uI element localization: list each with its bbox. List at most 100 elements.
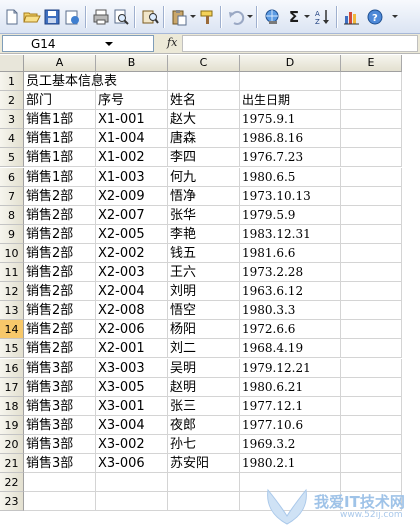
cell-c19[interactable]: 夜郎: [168, 415, 240, 435]
cell-d11[interactable]: 1973.2.28: [240, 263, 341, 283]
cell-c10[interactable]: 钱五: [168, 243, 240, 263]
chevron-down-icon[interactable]: [105, 42, 113, 46]
cell-d15[interactable]: 1968.4.19: [240, 339, 341, 359]
row-header-7[interactable]: 7: [0, 186, 24, 206]
cell-b14[interactable]: X2-006: [96, 320, 168, 340]
cell-e13[interactable]: [341, 301, 402, 321]
cell-c7[interactable]: 悟净: [168, 186, 240, 206]
cell-a2[interactable]: 部门: [24, 91, 96, 111]
undo-icon[interactable]: [227, 8, 245, 26]
cell-d10[interactable]: 1981.6.6: [240, 243, 341, 263]
column-header-c[interactable]: C: [168, 55, 240, 72]
row-header-22[interactable]: 22: [0, 473, 24, 493]
cell-a23[interactable]: [24, 492, 96, 512]
row-header-12[interactable]: 12: [0, 282, 24, 302]
cell-c5[interactable]: 李四: [168, 148, 240, 168]
autosum-dropdown-arrow[interactable]: [304, 15, 310, 18]
row-header-13[interactable]: 13: [0, 301, 24, 321]
cell-e17[interactable]: [341, 377, 402, 397]
cell-d17[interactable]: 1980.6.21: [240, 377, 341, 397]
row-header-16[interactable]: 16: [0, 358, 24, 378]
cell-a11[interactable]: 销售2部: [24, 263, 96, 283]
row-header-17[interactable]: 17: [0, 377, 24, 397]
row-header-4[interactable]: 4: [0, 129, 24, 149]
cell-b19[interactable]: X3-004: [96, 415, 168, 435]
cell-e15[interactable]: [341, 339, 402, 359]
print-icon[interactable]: [92, 8, 110, 26]
cell-e20[interactable]: [341, 434, 402, 454]
fx-icon[interactable]: fx: [167, 36, 177, 49]
cell-d16[interactable]: 1979.12.21: [240, 358, 341, 378]
cell-a17[interactable]: 销售3部: [24, 377, 96, 397]
cell-c17[interactable]: 赵明: [168, 377, 240, 397]
cell-e8[interactable]: [341, 205, 402, 225]
cell-e1[interactable]: [341, 72, 402, 92]
column-header-e[interactable]: E: [341, 55, 402, 72]
row-header-5[interactable]: 5: [0, 148, 24, 168]
cell-a1[interactable]: 员工基本信息表: [24, 72, 117, 92]
cell-a4[interactable]: 销售1部: [24, 129, 96, 149]
paste-dropdown-arrow[interactable]: [190, 15, 196, 18]
undo-dropdown-arrow[interactable]: [247, 15, 253, 18]
cell-c1[interactable]: [168, 72, 240, 92]
row-header-8[interactable]: 8: [0, 205, 24, 225]
cell-a18[interactable]: 销售3部: [24, 396, 96, 416]
worksheet-grid[interactable]: A B C D E 1 员工基本信息表 2 部门 序号 姓名 出生日期 3 销售1部 X1-001 赵大 197…: [0, 55, 420, 532]
row-header-11[interactable]: 11: [0, 263, 24, 283]
cell-a19[interactable]: 销售3部: [24, 415, 96, 435]
cell-a12[interactable]: 销售2部: [24, 282, 96, 302]
cell-a9[interactable]: 销售2部: [24, 224, 96, 244]
cell-b23[interactable]: [96, 492, 168, 512]
cell-a22[interactable]: [24, 473, 96, 493]
cell-c16[interactable]: 吴明: [168, 358, 240, 378]
cell-d5[interactable]: 1976.7.23: [240, 148, 341, 168]
cell-e7[interactable]: [341, 186, 402, 206]
cell-d14[interactable]: 1972.6.6: [240, 320, 341, 340]
cell-c3[interactable]: 赵大: [168, 110, 240, 130]
cell-e9[interactable]: [341, 224, 402, 244]
cell-a7[interactable]: 销售2部: [24, 186, 96, 206]
row-header-9[interactable]: 9: [0, 224, 24, 244]
cell-c23[interactable]: [168, 492, 240, 512]
cell-c4[interactable]: 唐森: [168, 129, 240, 149]
chart-wizard-icon[interactable]: [343, 8, 361, 26]
row-header-3[interactable]: 3: [0, 110, 24, 130]
research-icon[interactable]: [141, 8, 159, 26]
cell-c14[interactable]: 杨阳: [168, 320, 240, 340]
cell-c15[interactable]: 刘二: [168, 339, 240, 359]
cell-e21[interactable]: [341, 454, 402, 474]
cell-b15[interactable]: X2-001: [96, 339, 168, 359]
cell-a15[interactable]: 销售2部: [24, 339, 96, 359]
cell-d20[interactable]: 1969.3.2: [240, 434, 341, 454]
cell-b7[interactable]: X2-009: [96, 186, 168, 206]
cell-d21[interactable]: 1980.2.1: [240, 454, 341, 474]
paste-icon[interactable]: [170, 8, 188, 26]
select-all-corner[interactable]: [0, 55, 24, 72]
row-header-23[interactable]: 23: [0, 492, 24, 512]
column-header-a[interactable]: A: [24, 55, 96, 72]
help-icon[interactable]: ?: [366, 8, 384, 26]
cell-a14[interactable]: 销售2部: [24, 320, 96, 340]
cell-d7[interactable]: 1973.10.13: [240, 186, 341, 206]
cell-c20[interactable]: 孙七: [168, 434, 240, 454]
row-header-14[interactable]: 14: [0, 320, 24, 340]
cell-e6[interactable]: [341, 167, 402, 187]
name-box[interactable]: G14: [2, 35, 154, 52]
cell-b20[interactable]: X3-002: [96, 434, 168, 454]
cell-d2[interactable]: 出生日期: [240, 91, 341, 111]
cell-a8[interactable]: 销售2部: [24, 205, 96, 225]
cell-e23[interactable]: [341, 492, 402, 512]
formula-input[interactable]: [182, 35, 418, 52]
cell-e3[interactable]: [341, 110, 402, 130]
cell-d3[interactable]: 1975.9.1: [240, 110, 341, 130]
cell-e10[interactable]: [341, 243, 402, 263]
cell-c8[interactable]: 张华: [168, 205, 240, 225]
cell-c12[interactable]: 刘明: [168, 282, 240, 302]
cell-d23[interactable]: [240, 492, 341, 512]
cell-a13[interactable]: 销售2部: [24, 301, 96, 321]
cell-c2[interactable]: 姓名: [168, 91, 240, 111]
cell-a16[interactable]: 销售3部: [24, 358, 96, 378]
hyperlink-icon[interactable]: [263, 8, 281, 26]
cell-e12[interactable]: [341, 282, 402, 302]
cell-e22[interactable]: [341, 473, 402, 493]
